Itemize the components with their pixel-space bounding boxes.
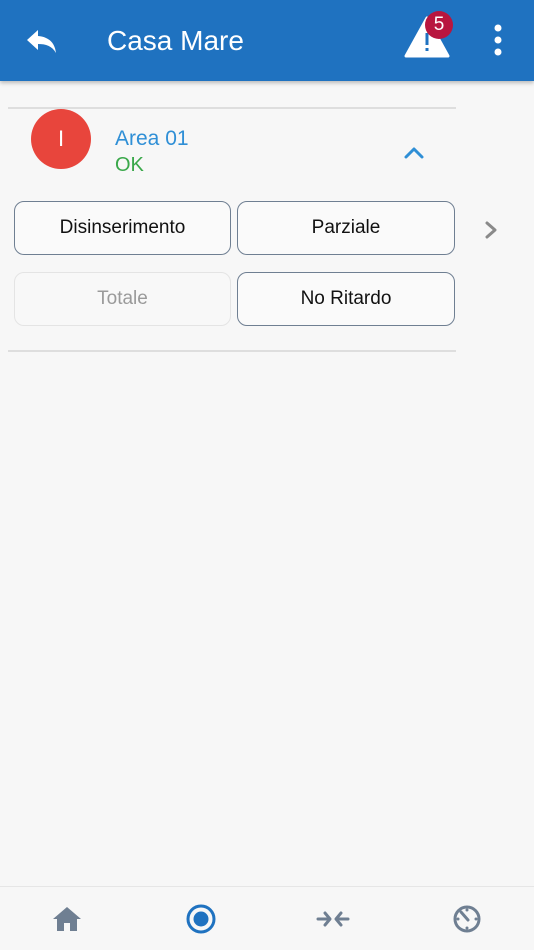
nav-arm-status[interactable] [134,887,268,950]
chevron-up-icon[interactable] [398,138,430,166]
exchange-icon [316,911,350,927]
area-status: OK [115,154,144,176]
no-ritardo-button[interactable]: No Ritardo [237,272,455,326]
timer-icon [453,905,481,933]
arm-status-icon [186,904,216,934]
nav-exchange[interactable] [266,887,400,950]
nav-home[interactable] [0,887,134,950]
more-options-icon[interactable] [486,22,510,58]
area-avatar: I [31,109,91,169]
page-title: Casa Mare [107,25,244,56]
area-name: Area 01 [115,127,189,150]
parziale-button[interactable]: Parziale [237,201,455,255]
bottom-navigation [0,886,534,950]
back-arrow-icon[interactable] [22,22,62,62]
alert-count-badge: 5 [425,11,453,39]
totale-button: Totale [14,272,231,326]
disinserimento-button[interactable]: Disinserimento [14,201,231,255]
chevron-right-icon[interactable] [478,216,504,244]
app-bar: Casa Mare 5 [0,0,534,81]
divider [8,350,456,352]
divider [8,107,456,109]
home-icon [53,907,81,931]
nav-timer[interactable] [400,887,534,950]
